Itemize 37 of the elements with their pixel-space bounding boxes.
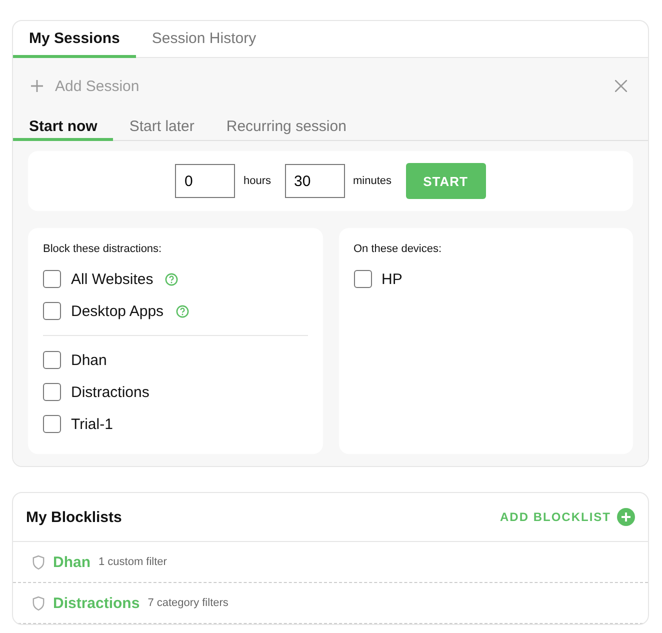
shield-icon xyxy=(32,554,45,570)
section-title: On these devices: xyxy=(354,243,443,255)
blocklist-detail: 1 custom filter xyxy=(98,556,167,568)
plus-circle-icon xyxy=(617,508,635,526)
option-label: Trial-1 xyxy=(71,416,113,432)
option-label: Distractions xyxy=(71,384,150,400)
add-blocklist-button[interactable]: ADD BLOCKLIST xyxy=(500,508,635,526)
option-label: All Websites xyxy=(71,270,154,288)
tab[interactable]: Recurring session xyxy=(210,114,362,141)
section-title: Block these distractions: xyxy=(43,243,163,255)
add-session-label[interactable]: Add Session xyxy=(55,78,603,94)
blocklist-detail: 7 category filters xyxy=(148,597,228,609)
help-icon[interactable] xyxy=(165,272,178,286)
shield-icon xyxy=(32,596,45,610)
start-button[interactable]: START xyxy=(406,163,486,199)
checkbox[interactable] xyxy=(43,302,61,320)
blocklist-name[interactable]: Distractions xyxy=(53,594,140,612)
tab[interactable]: Start later xyxy=(113,114,210,141)
hours-label: hours xyxy=(243,175,271,187)
close-icon[interactable] xyxy=(615,80,627,92)
blocklists-title: My Blocklists xyxy=(26,508,122,526)
tab[interactable]: Session History xyxy=(136,21,272,58)
checkbox[interactable] xyxy=(43,351,61,369)
option-label: HP xyxy=(382,270,402,288)
checkbox[interactable] xyxy=(354,270,372,288)
option-label: Desktop Apps xyxy=(71,302,164,320)
option-label: Dhan xyxy=(71,352,107,368)
checkbox[interactable] xyxy=(43,270,61,288)
tab[interactable]: Start now xyxy=(13,114,114,141)
help-icon[interactable] xyxy=(176,304,189,318)
checkbox[interactable] xyxy=(43,383,61,401)
blocklist-name[interactable]: Dhan xyxy=(53,554,90,570)
minutes-label: minutes xyxy=(353,175,392,187)
hours-field[interactable]: 0 xyxy=(175,164,236,198)
minutes-field[interactable]: 30 xyxy=(285,164,345,198)
plus-icon xyxy=(31,80,43,92)
checkbox[interactable] xyxy=(43,415,61,433)
